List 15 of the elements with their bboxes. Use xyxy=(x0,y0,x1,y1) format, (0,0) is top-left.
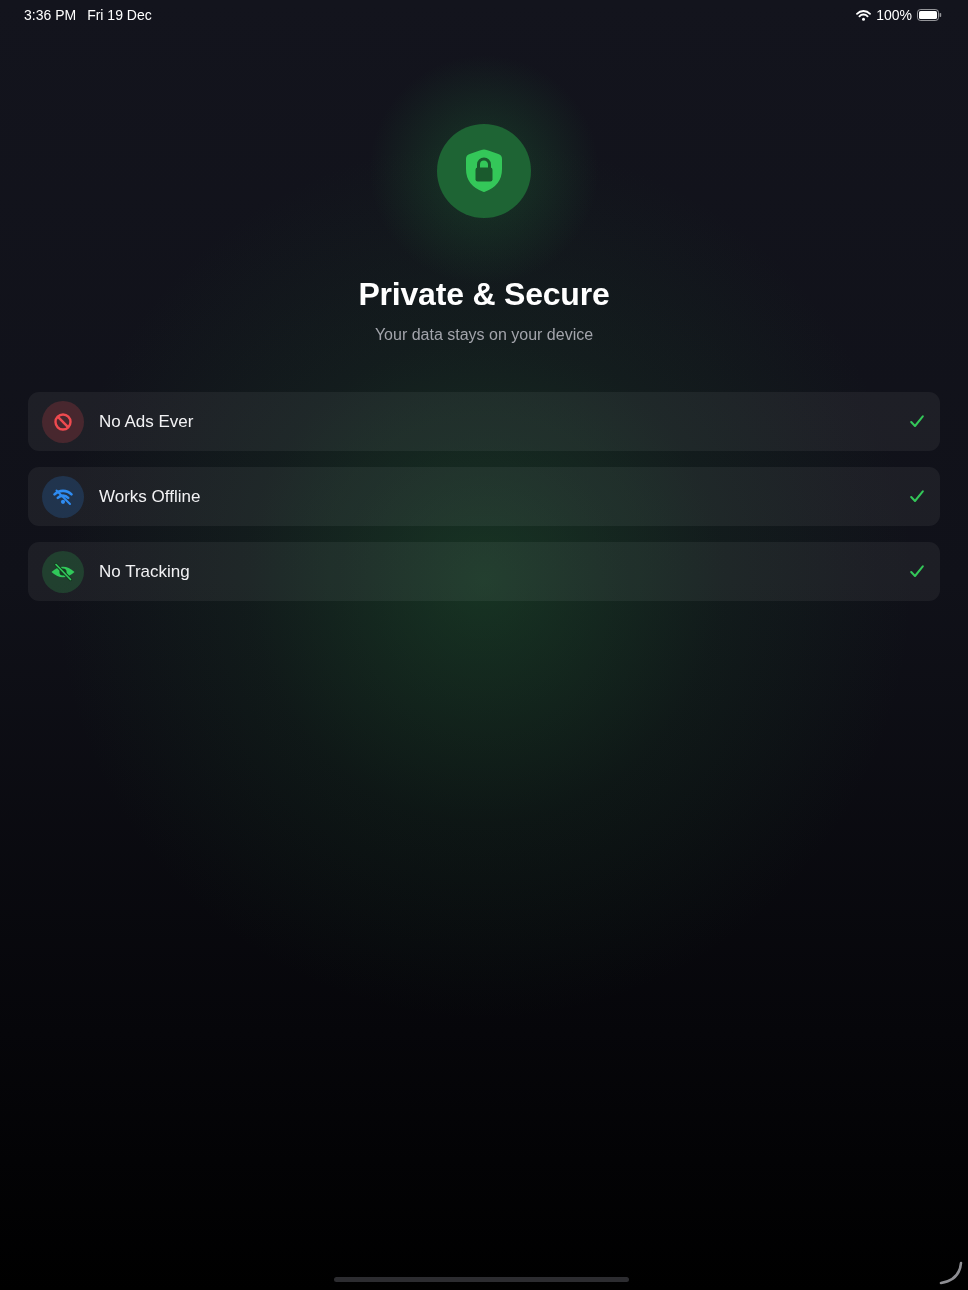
arc-icon xyxy=(939,1261,963,1285)
shield-lock-icon xyxy=(437,124,531,218)
eye-off-icon xyxy=(42,550,84,593)
status-time: 3:36 PM xyxy=(24,7,77,23)
wifi-icon xyxy=(856,9,872,21)
page-title: Private & Secure xyxy=(358,275,610,314)
battery-percentage: 100% xyxy=(876,7,912,23)
prohibited-icon xyxy=(42,400,84,443)
page-subtitle: Your data stays on your device xyxy=(374,325,594,345)
status-date: Fri 19 Dec xyxy=(87,7,152,23)
feature-label: Works Offline xyxy=(99,486,202,507)
wifi-off-icon xyxy=(42,475,84,518)
feature-label: No Ads Ever xyxy=(99,411,195,432)
battery-icon xyxy=(917,9,942,21)
feature-label: No Tracking xyxy=(99,561,191,582)
